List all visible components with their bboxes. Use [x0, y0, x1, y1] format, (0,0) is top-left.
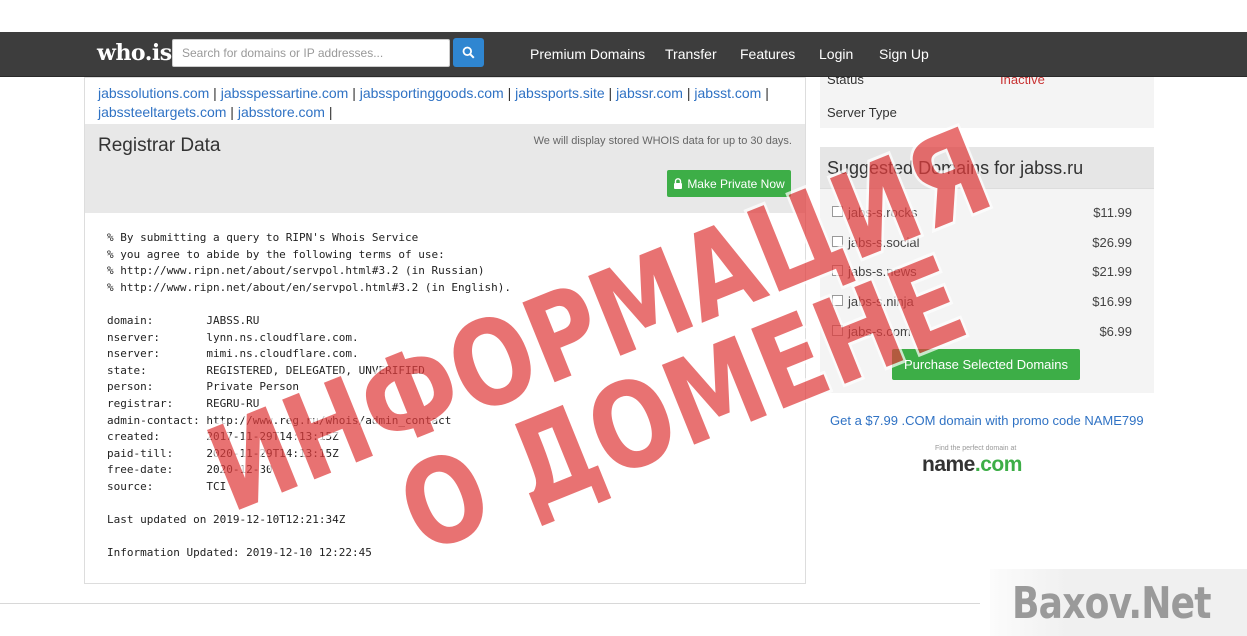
domain-link[interactable]: jabsstore.com: [238, 104, 325, 120]
separator: |: [209, 85, 221, 101]
logo[interactable]: who.is: [97, 40, 172, 66]
lock-icon: [674, 178, 683, 189]
suggested-domain: jabs-s.social: [848, 235, 920, 250]
suggested-price: $26.99: [1092, 235, 1132, 250]
navbar: who.is Search for domains or IP addresse…: [0, 32, 1247, 77]
separator: |: [761, 85, 769, 101]
suggested-domain: jabs-s.ninja: [848, 294, 914, 309]
domain-checkbox[interactable]: [832, 295, 843, 306]
domain-link[interactable]: jabsst.com: [694, 85, 761, 101]
suggested-price: $16.99: [1092, 294, 1132, 309]
suggested-item: jabs-s.social $26.99: [832, 234, 1132, 254]
make-private-label: Make Private Now: [687, 176, 785, 191]
suggested-item: jabs-s.com $6.99: [832, 323, 1132, 343]
domain-link[interactable]: jabssports.site: [515, 85, 604, 101]
separator: |: [503, 85, 516, 101]
namecom-tagline: Find the perfect domain at: [935, 445, 1017, 452]
nav-features[interactable]: Features: [740, 46, 795, 62]
namecom-name: name: [922, 453, 975, 476]
domain-link[interactable]: jabssportinggoods.com: [360, 85, 504, 101]
top-margin: [0, 0, 1247, 32]
nav-signup[interactable]: Sign Up: [879, 46, 929, 62]
purchase-selected-button[interactable]: Purchase Selected Domains: [892, 349, 1080, 380]
suggested-item: jabs-s.rocks $11.99: [832, 204, 1132, 224]
domain-link[interactable]: jabssteeltargets.com: [98, 104, 226, 120]
registrar-note: We will display stored WHOIS data for up…: [533, 135, 792, 147]
suggested-domain: jabs-s.com: [848, 324, 911, 339]
domain-checkbox[interactable]: [832, 206, 843, 217]
suggested-item: jabs-s.ninja $16.99: [832, 293, 1132, 313]
separator: |: [682, 85, 695, 101]
make-private-button[interactable]: Make Private Now: [667, 170, 791, 197]
watermark: Baxov.Net: [1012, 578, 1212, 629]
server-type-label: Server Type: [827, 105, 897, 120]
nav-transfer[interactable]: Transfer: [665, 46, 717, 62]
separator: |: [226, 104, 238, 120]
main-panel: jabssolutions.com | jabsspessartine.com …: [84, 77, 806, 584]
suggested-item: jabs-s.news $21.99: [832, 263, 1132, 283]
separator: |: [348, 85, 360, 101]
search-input[interactable]: Search for domains or IP addresses...: [172, 39, 450, 67]
suggested-price: $11.99: [1093, 205, 1132, 220]
domain-checkbox[interactable]: [832, 265, 843, 276]
similar-domains-list: jabssolutions.com | jabsspessartine.com …: [98, 84, 798, 122]
separator: |: [604, 85, 617, 101]
registrar-title: Registrar Data: [98, 135, 221, 156]
registrar-header: Registrar Data We will display stored WH…: [85, 124, 805, 213]
suggested-domain: jabs-s.rocks: [848, 205, 918, 220]
domain-link[interactable]: jabssr.com: [616, 85, 683, 101]
promo-link[interactable]: Get a $7.99 .COM domain with promo code …: [830, 413, 1144, 428]
namecom-tld: .com: [974, 453, 1023, 476]
suggested-title: Suggested Domains for jabss.ru: [820, 147, 1154, 189]
search-button[interactable]: [453, 38, 484, 67]
suggested-price: $21.99: [1092, 264, 1132, 279]
suggested-price: $6.99: [1099, 324, 1132, 339]
domain-checkbox[interactable]: [832, 325, 843, 336]
separator: |: [324, 104, 333, 120]
domain-checkbox[interactable]: [832, 236, 843, 247]
domain-link[interactable]: jabssolutions.com: [98, 85, 209, 101]
nav-login[interactable]: Login: [819, 46, 853, 62]
domain-link[interactable]: jabsspessartine.com: [221, 85, 349, 101]
footer-divider: [0, 603, 980, 604]
namecom-logo[interactable]: name.com: [922, 453, 1022, 477]
whois-record: % By submitting a query to RIPN's Whois …: [107, 231, 511, 560]
nav-premium-domains[interactable]: Premium Domains: [530, 46, 645, 62]
status-box: Status Inactive Server Type: [820, 72, 1154, 128]
suggested-domain: jabs-s.news: [848, 264, 917, 279]
search-icon: [462, 46, 475, 59]
